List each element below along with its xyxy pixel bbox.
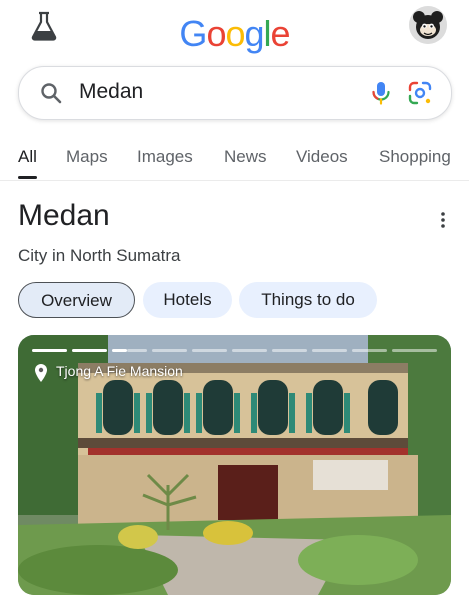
logo-letter: l <box>263 13 272 54</box>
location-pin-icon <box>35 364 47 382</box>
tab-shopping[interactable]: Shopping <box>379 147 451 167</box>
place-photo-card[interactable]: Tjong A Fie Mansion <box>18 335 451 595</box>
result-subtitle: City in North Sumatra <box>18 246 181 265</box>
tab-images[interactable]: Images <box>137 147 193 167</box>
search-query[interactable]: Medan <box>79 80 143 104</box>
logo-letter: G <box>179 13 207 54</box>
logo-letter: e <box>270 13 291 54</box>
photo-caption: Tjong A Fie Mansion <box>56 363 183 379</box>
tab-all[interactable]: All <box>18 147 37 179</box>
account-avatar[interactable] <box>409 6 447 44</box>
google-logo: Google <box>0 13 469 55</box>
search-icon[interactable] <box>39 81 63 105</box>
chip-hotels[interactable]: Hotels <box>143 282 232 318</box>
top-bar: Google <box>0 0 469 60</box>
tab-videos[interactable]: Videos <box>296 147 348 167</box>
chip-overview[interactable]: Overview <box>18 282 135 318</box>
avatar-image <box>409 6 447 44</box>
search-tabs: All Maps Images News Videos Shopping <box>0 138 469 181</box>
logo-letter: g <box>244 13 265 54</box>
tab-maps[interactable]: Maps <box>66 147 108 167</box>
google-lens-icon[interactable] <box>407 80 433 106</box>
result-title: Medan <box>18 199 110 232</box>
tab-news[interactable]: News <box>224 147 267 167</box>
more-options-icon[interactable] <box>433 210 453 230</box>
logo-letter: o <box>225 13 245 54</box>
logo-letter: o <box>206 13 226 54</box>
microphone-icon[interactable] <box>368 80 394 106</box>
chip-things-to-do[interactable]: Things to do <box>239 282 377 318</box>
photo-progress-bars <box>32 349 437 353</box>
search-box[interactable]: Medan <box>18 66 452 120</box>
